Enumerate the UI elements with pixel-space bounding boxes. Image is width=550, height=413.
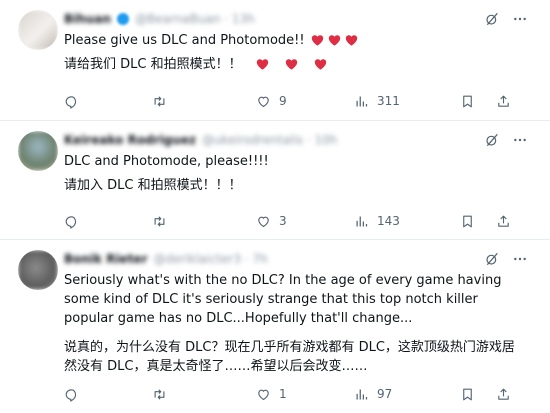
repost-icon: [152, 94, 167, 109]
views-button[interactable]: 143: [354, 214, 460, 229]
share-icon: [496, 214, 511, 229]
post-text-en: Please give us DLC and Photomode!!: [64, 33, 305, 48]
views-button[interactable]: 311: [354, 94, 460, 109]
bookmark-icon: [460, 387, 475, 402]
like-icon: [256, 387, 271, 402]
avatar[interactable]: [18, 10, 58, 50]
display-name[interactable]: Bihuan: [64, 12, 111, 26]
heart-emoji: [314, 58, 327, 71]
repost-button[interactable]: [152, 94, 256, 109]
post-2[interactable]: Keireako Rodriguez @ukeirodrentalis · 10…: [0, 121, 550, 239]
share-button[interactable]: [496, 214, 516, 229]
repost-icon: [152, 214, 167, 229]
post-text-en: Seriously what's with the no DLC? In the…: [64, 273, 502, 326]
post-text-zh: 说真的，为什么没有 DLC？现在几乎所有游戏都有 DLC，这款顶级热门游戏居然没…: [64, 340, 515, 374]
post-text-zh: 请给我们 DLC 和拍照模式！！: [64, 57, 242, 72]
action-bar: 9 311: [64, 92, 526, 110]
grok-icon[interactable]: [484, 11, 500, 27]
like-button[interactable]: 9: [256, 94, 354, 109]
more-icon[interactable]: [512, 251, 528, 267]
share-icon: [496, 94, 511, 109]
post-3[interactable]: Bonik Rieter @deriklaicter3 · 7h Serious…: [0, 240, 550, 413]
post-text: DLC and Photomode, please!!!! 请加入 DLC 和拍…: [64, 152, 534, 195]
bookmark-button[interactable]: [460, 214, 496, 229]
grok-icon[interactable]: [484, 132, 500, 148]
bookmark-icon: [460, 214, 475, 229]
like-icon: [256, 214, 271, 229]
like-icon: [256, 94, 271, 109]
views-count: 311: [377, 94, 400, 108]
action-bar: 3 143: [64, 212, 526, 230]
like-button[interactable]: 1: [256, 387, 354, 402]
like-button[interactable]: 3: [256, 214, 354, 229]
share-icon: [496, 387, 511, 402]
views-count: 143: [377, 214, 400, 228]
share-button[interactable]: [496, 94, 516, 109]
heart-emojis: [256, 58, 327, 71]
like-count: 9: [279, 94, 287, 108]
reply-button[interactable]: [64, 214, 152, 229]
reply-icon: [64, 214, 79, 229]
repost-button[interactable]: [152, 387, 256, 402]
verified-badge-icon: [117, 13, 129, 25]
heart-emoji: [328, 34, 341, 47]
heart-emoji: [256, 58, 269, 71]
grok-icon[interactable]: [484, 251, 500, 267]
heart-emoji: [345, 34, 358, 47]
reply-button[interactable]: [64, 387, 152, 402]
bookmark-icon: [460, 94, 475, 109]
repost-icon: [152, 387, 167, 402]
display-name[interactable]: Keireako Rodriguez: [64, 133, 196, 147]
post-text: Please give us DLC and Photomode!! 请给我们 …: [64, 31, 534, 74]
more-icon[interactable]: [512, 11, 528, 27]
bookmark-button[interactable]: [460, 387, 496, 402]
views-icon: [354, 94, 369, 109]
heart-emojis: [311, 34, 358, 47]
views-count: 97: [377, 387, 393, 401]
post-text-zh: 请加入 DLC 和拍照模式！！！: [64, 178, 242, 193]
handle[interactable]: @ukeirodrentalis · 10h: [202, 133, 337, 147]
action-bar: 1 97: [64, 385, 526, 403]
post-text-en: DLC and Photomode, please!!!!: [64, 154, 269, 169]
share-button[interactable]: [496, 387, 516, 402]
more-icon[interactable]: [512, 132, 528, 148]
heart-emoji: [311, 34, 324, 47]
like-count: 1: [279, 387, 287, 401]
post-1[interactable]: Bihuan @BearnaBuan · 13h Please give us …: [0, 0, 550, 120]
views-icon: [354, 214, 369, 229]
handle[interactable]: @deriklaicter3 · 7h: [154, 252, 268, 266]
avatar[interactable]: [18, 131, 58, 171]
views-button[interactable]: 97: [354, 387, 460, 402]
reply-icon: [64, 387, 79, 402]
reply-button[interactable]: [64, 94, 152, 109]
post-text: Seriously what's with the no DLC? In the…: [64, 271, 522, 376]
display-name[interactable]: Bonik Rieter: [64, 252, 148, 266]
like-count: 3: [279, 214, 287, 228]
repost-button[interactable]: [152, 214, 256, 229]
handle[interactable]: @BearnaBuan · 13h: [135, 12, 255, 26]
views-icon: [354, 387, 369, 402]
reply-icon: [64, 94, 79, 109]
bookmark-button[interactable]: [460, 94, 496, 109]
heart-emoji: [285, 58, 298, 71]
avatar[interactable]: [18, 250, 58, 290]
